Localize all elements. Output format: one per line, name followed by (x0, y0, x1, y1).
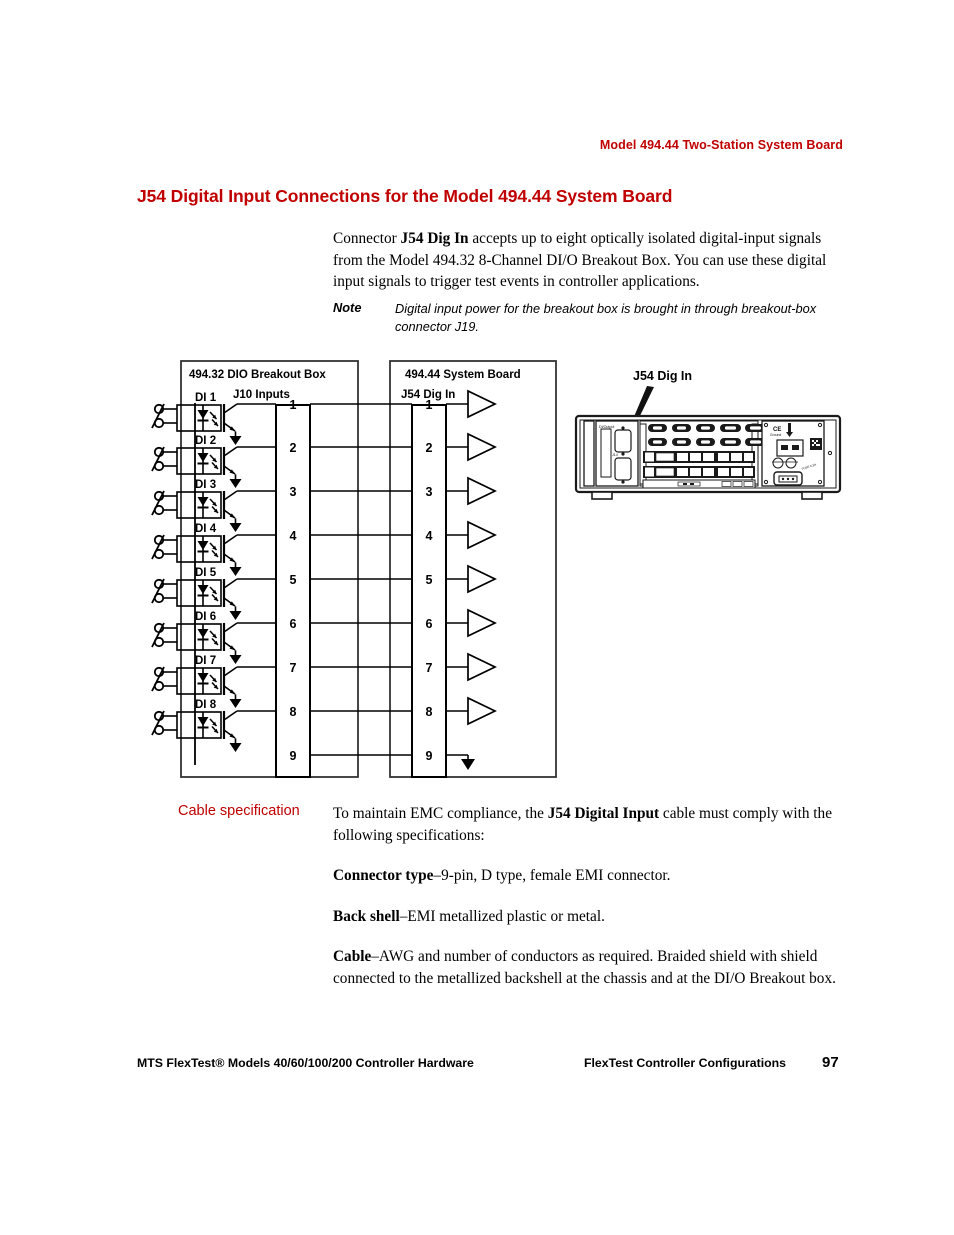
document-page: Model 494.44 Two-Station System Board J5… (0, 0, 954, 1235)
callout-label: J54 Dig In (633, 369, 692, 383)
spec-item: Back shell–EMI metallized plastic or met… (333, 906, 845, 928)
spec-item-desc: –9-pin, D type, female EMI connector. (433, 867, 671, 884)
j10-pin-label: 4 (290, 529, 297, 543)
spec-lead-paragraph: To maintain EMC compliance, the J54 Digi… (333, 803, 845, 846)
buffer-amplifier-icon (467, 389, 497, 419)
note-block: Note Digital input power for the breakou… (333, 300, 845, 335)
system-board-title: 494.44 System Board (405, 369, 521, 381)
j10-pin-label: 7 (290, 661, 297, 675)
svg-text:Ground: Ground (770, 433, 781, 437)
j54-pin-label: 1 (426, 398, 433, 412)
j54-pin-label: 5 (426, 573, 433, 587)
j10-pin-label: 5 (290, 573, 297, 587)
j54-pin-label: 9 (426, 749, 433, 763)
channel-label: DI 5 (195, 567, 217, 579)
channel-label: DI 4 (195, 523, 217, 535)
j54-pin-label: 2 (426, 441, 433, 455)
figure-schematic: 494.32 DIO Breakout Box J10 Inputs 494.4… (137, 355, 567, 795)
j54-pin-label: 3 (426, 485, 433, 499)
channel-row-ground: 9 9 (290, 749, 475, 770)
j10-pin-label: 2 (290, 441, 297, 455)
breakout-box-title: 494.32 DIO Breakout Box (189, 369, 326, 381)
channel-label: DI 8 (195, 699, 217, 711)
spec-item-term: Connector type (333, 867, 434, 884)
note-label: Note (333, 300, 362, 315)
buffer-amplifier-icon (467, 432, 497, 462)
buffer-amplifier-icon (467, 520, 497, 550)
j10-pin-label: 9 (290, 749, 297, 763)
spec-item-term: Back shell (333, 907, 400, 925)
buffer-amplifier-icon (467, 564, 497, 594)
channel-label: DI 6 (195, 611, 216, 623)
j54-pin-label: 7 (426, 661, 433, 675)
figure-chassis-rear-photo: J54 Dig In DI/Output J14 CE Ground FUSE … (570, 358, 860, 508)
footer-left-text: MTS FlexTest® Models 40/60/100/200 Contr… (137, 1056, 474, 1070)
j54-pin-label: 4 (426, 529, 433, 543)
svg-text:J14: J14 (612, 453, 618, 457)
spec-item-desc: –AWG and number of conductors as require… (333, 948, 836, 987)
buffer-amplifier-icon (467, 652, 497, 682)
intro-text-pre: Connector (333, 230, 401, 247)
channel-label: DI 3 (195, 479, 216, 491)
spec-lead-bold: J54 Digital Input (547, 805, 660, 822)
channel-label: DI 7 (195, 655, 216, 667)
j10-pin-label: 3 (290, 485, 297, 499)
spec-item-term: Cable (333, 948, 372, 965)
channel-label: DI 1 (195, 392, 217, 404)
buffer-amplifier-icon (467, 608, 497, 638)
intro-connector-name: J54 Dig In (400, 230, 469, 247)
j10-pin-label: 6 (290, 617, 297, 631)
j10-pin-label: 1 (290, 398, 297, 412)
svg-text:DI/Output: DI/Output (599, 425, 614, 429)
cable-specification-body: To maintain EMC compliance, the J54 Digi… (333, 803, 845, 989)
running-header: Model 494.44 Two-Station System Board (599, 138, 843, 152)
j54-pin-label: 6 (426, 617, 433, 631)
footer-page-number: 97 (822, 1054, 839, 1071)
j54-pin-label: 8 (426, 705, 433, 719)
j10-pin-label: 8 (290, 705, 297, 719)
spec-item: Cable–AWG and number of conductors as re… (333, 946, 845, 989)
j10-connector-title: J10 Inputs (233, 389, 290, 401)
channel-label: DI 2 (195, 435, 216, 447)
page-title: J54 Digital Input Connections for the Mo… (137, 186, 673, 206)
ground-symbol-icon (461, 759, 475, 770)
spec-item: Connector type–9-pin, D type, female EMI… (333, 865, 845, 887)
buffer-amplifier-icon (467, 476, 497, 506)
intro-paragraph: Connector J54 Dig In accepts up to eight… (333, 228, 845, 293)
cable-specification-label: Cable specification (178, 803, 300, 819)
page-footer: MTS FlexTest® Models 40/60/100/200 Contr… (0, 1054, 954, 1080)
note-text: Digital input power for the breakout box… (395, 301, 817, 334)
buffer-amplifier-icon (467, 696, 497, 726)
spec-lead-pre: To maintain EMC compliance, the (333, 805, 548, 822)
spec-item-desc: –EMI metallized plastic or metal. (399, 907, 605, 925)
footer-middle-text: FlexTest Controller Configurations (584, 1056, 786, 1070)
